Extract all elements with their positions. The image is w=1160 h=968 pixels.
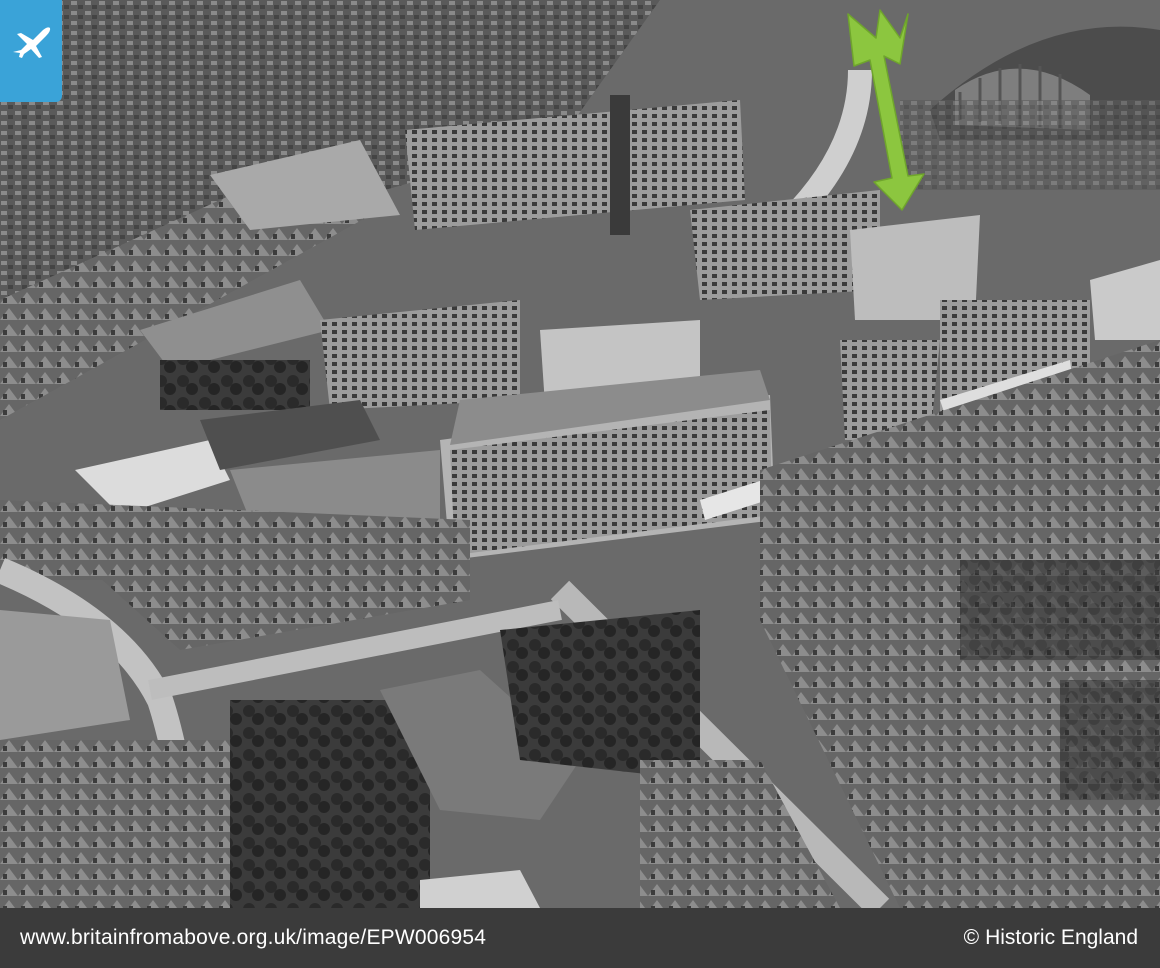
image-url-link[interactable]: www.britainfromabove.org.uk/image/EPW006…: [20, 926, 486, 950]
airplane-icon: [13, 27, 51, 58]
image-caption-bar: www.britainfromabove.org.uk/image/EPW006…: [0, 908, 1160, 968]
aerial-photograph: [0, 0, 1160, 908]
arrow-down-icon: [847, 9, 925, 211]
photo-viewer: www.britainfromabove.org.uk/image/EPW006…: [0, 0, 1160, 968]
copyright-credit: © Historic England: [964, 926, 1138, 950]
copyright-icon: ©: [963, 926, 980, 949]
photo-rendering: [0, 0, 1160, 908]
britain-from-above-badge[interactable]: [0, 0, 62, 102]
credit-label: Historic England: [985, 926, 1138, 949]
